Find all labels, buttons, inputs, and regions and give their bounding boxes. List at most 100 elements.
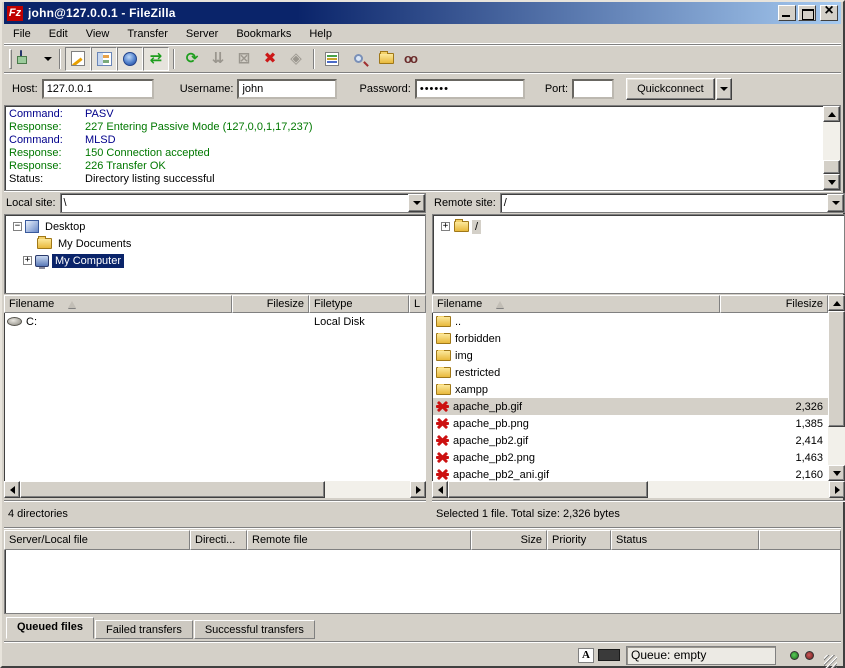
message-log-icon	[71, 51, 85, 66]
username-label: Username:	[180, 83, 234, 95]
tree-item-my-documents[interactable]: My Documents	[5, 235, 425, 252]
cancel-button[interactable]: ⊠	[231, 47, 257, 71]
scroll-track[interactable]	[325, 481, 410, 498]
menu-server[interactable]: Server	[177, 26, 227, 42]
column-size[interactable]: Size	[471, 530, 547, 550]
toggle-local-tree-button[interactable]	[91, 47, 117, 71]
image-file-icon	[436, 468, 449, 481]
tab-successful-transfers[interactable]: Successful transfers	[194, 620, 315, 639]
expand-icon[interactable]: +	[23, 256, 32, 265]
local-list-hscrollbar[interactable]	[4, 481, 426, 498]
column-status[interactable]: Status	[611, 530, 759, 550]
title-bar[interactable]: Fz john@127.0.0.1 - FileZilla	[4, 2, 841, 24]
quickconnect-button[interactable]: Quickconnect	[626, 78, 715, 100]
resize-grip[interactable]	[824, 655, 837, 668]
remote-file-row[interactable]: apache_pb2_ani.gif 2,160	[433, 466, 828, 481]
queue-list[interactable]	[4, 550, 841, 614]
synchronized-browsing-button[interactable]: oo	[397, 47, 423, 71]
column-priority[interactable]: Priority	[547, 530, 611, 550]
quickconnect-dropdown[interactable]	[716, 78, 732, 100]
remote-list-scrollbar[interactable]	[828, 295, 845, 481]
remote-file-row[interactable]: forbidden	[433, 330, 828, 347]
host-input[interactable]	[42, 79, 154, 99]
tree-item-root[interactable]: + /	[433, 218, 844, 235]
remote-site-combo[interactable]: /	[500, 193, 845, 213]
local-site-combo[interactable]: \	[60, 193, 426, 213]
remote-site-row: Remote site: /	[432, 192, 845, 214]
toggle-remote-tree-button[interactable]	[117, 47, 143, 71]
expand-icon[interactable]: +	[441, 222, 450, 231]
menu-transfer[interactable]: Transfer	[118, 26, 177, 42]
remote-list-hscrollbar[interactable]	[432, 481, 845, 498]
minimize-button[interactable]	[778, 5, 796, 21]
scroll-right-button[interactable]	[410, 481, 426, 498]
speed-limit-indicator-icon[interactable]	[598, 649, 620, 661]
scroll-thumb[interactable]	[20, 481, 325, 498]
scroll-left-button[interactable]	[4, 481, 20, 498]
scroll-track[interactable]	[823, 122, 840, 160]
scroll-thumb[interactable]	[448, 481, 648, 498]
scroll-thumb[interactable]	[823, 160, 840, 174]
column-remote-file[interactable]: Remote file	[247, 530, 471, 550]
scroll-track[interactable]	[828, 427, 845, 465]
menu-help[interactable]: Help	[300, 26, 341, 42]
remote-file-row-selected[interactable]: apache_pb.gif 2,326	[433, 398, 828, 415]
local-file-row[interactable]: C: Local Disk	[5, 313, 426, 330]
port-input[interactable]	[572, 79, 614, 99]
scroll-thumb[interactable]	[828, 311, 845, 427]
column-filesize[interactable]: Filesize	[720, 295, 828, 313]
scroll-down-button[interactable]	[828, 465, 845, 481]
log-scrollbar[interactable]	[823, 106, 840, 190]
site-manager-dropdown[interactable]	[41, 47, 55, 71]
column-filename[interactable]: Filename	[4, 295, 232, 313]
directory-comparison-button[interactable]	[371, 47, 397, 71]
process-queue-button[interactable]: ⇊	[205, 47, 231, 71]
disconnect-icon: ✖	[264, 51, 277, 66]
site-manager-button[interactable]	[15, 47, 41, 71]
remote-file-row[interactable]: xampp	[433, 381, 828, 398]
column-last-modified[interactable]: L	[409, 295, 426, 313]
filter-button[interactable]	[319, 47, 345, 71]
toggle-log-button[interactable]	[65, 47, 91, 71]
scroll-down-button[interactable]	[823, 174, 840, 190]
toolbar-grip[interactable]	[9, 49, 12, 69]
column-filetype[interactable]: Filetype	[309, 295, 409, 313]
reconnect-button[interactable]: ◈	[283, 47, 309, 71]
menu-bookmarks[interactable]: Bookmarks	[227, 26, 300, 42]
collapse-icon[interactable]: −	[13, 222, 22, 231]
transfer-type-indicator-icon[interactable]: A	[578, 648, 594, 663]
column-direction[interactable]: Directi...	[190, 530, 247, 550]
scroll-left-button[interactable]	[432, 481, 448, 498]
menu-file[interactable]: File	[4, 26, 40, 42]
tab-queued-files[interactable]: Queued files	[6, 617, 94, 639]
close-button[interactable]	[820, 5, 838, 21]
password-input[interactable]	[415, 79, 525, 99]
tree-item-desktop[interactable]: − Desktop	[5, 218, 425, 235]
remote-file-row[interactable]: apache_pb.png 1,385	[433, 415, 828, 432]
scroll-up-button[interactable]	[823, 106, 840, 122]
local-site-dropdown[interactable]	[408, 194, 425, 212]
maximize-button[interactable]	[798, 5, 816, 21]
remote-file-row[interactable]: apache_pb2.gif 2,414	[433, 432, 828, 449]
remote-file-row[interactable]: img	[433, 347, 828, 364]
tab-failed-transfers[interactable]: Failed transfers	[95, 620, 193, 639]
scroll-track[interactable]	[648, 481, 829, 498]
find-files-button[interactable]	[345, 47, 371, 71]
column-filename[interactable]: Filename	[432, 295, 720, 313]
column-filesize[interactable]: Filesize	[232, 295, 309, 313]
remote-site-dropdown[interactable]	[827, 194, 844, 212]
menu-view[interactable]: View	[77, 26, 119, 42]
menu-edit[interactable]: Edit	[40, 26, 77, 42]
scroll-right-button[interactable]	[829, 481, 845, 498]
remote-file-row[interactable]: apache_pb2.png 1,463	[433, 449, 828, 466]
refresh-button[interactable]: ⟳	[179, 47, 205, 71]
disconnect-button[interactable]: ✖	[257, 47, 283, 71]
column-server-local-file[interactable]: Server/Local file	[4, 530, 190, 550]
tree-item-my-computer[interactable]: + My Computer	[5, 252, 425, 269]
remote-file-row[interactable]: restricted	[433, 364, 828, 381]
scroll-up-button[interactable]	[828, 295, 845, 311]
remote-file-row[interactable]: ..	[433, 313, 828, 330]
username-input[interactable]	[237, 79, 337, 99]
directory-comparison-icon	[379, 53, 394, 64]
toggle-queue-button[interactable]: ⇄	[143, 47, 169, 71]
